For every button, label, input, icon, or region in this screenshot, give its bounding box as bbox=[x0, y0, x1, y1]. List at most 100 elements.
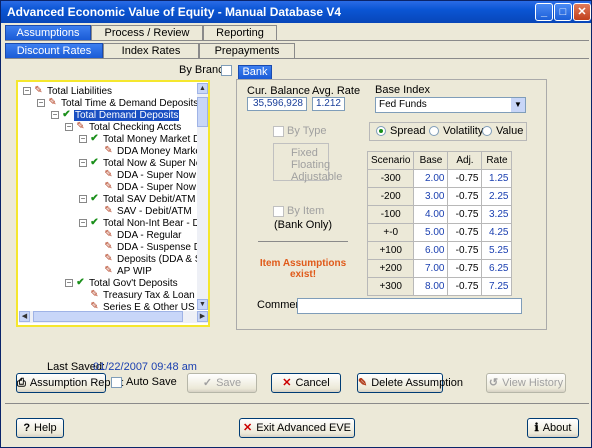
maximize-button[interactable]: □ bbox=[554, 3, 572, 21]
type-fixed[interactable]: Fixed bbox=[291, 147, 318, 159]
tree-node[interactable]: ✎ Series E & Other US Gov bbox=[79, 301, 197, 310]
collapse-icon[interactable]: − bbox=[65, 279, 73, 287]
tree-node-label: AP WIP bbox=[117, 265, 152, 277]
tree-node[interactable]: ✎ DDA - Regular bbox=[93, 229, 182, 241]
scroll-up-icon[interactable]: ▲ bbox=[197, 83, 208, 94]
tree-node[interactable]: − ✔ Total SAV Debit/ATM bbox=[79, 193, 196, 205]
tree-vertical-scrollbar[interactable]: ▲ ▼ bbox=[197, 83, 208, 310]
avg-rate-field[interactable]: 1.212 bbox=[312, 97, 345, 111]
auto-save-checkbox[interactable] bbox=[111, 377, 122, 388]
adj-cell[interactable]: -0.75 bbox=[447, 241, 483, 260]
value-label: Value bbox=[496, 125, 524, 137]
by-item-checkbox[interactable] bbox=[273, 206, 284, 217]
info-icon: ℹ bbox=[534, 422, 539, 434]
tree-node[interactable]: ✎ AP WIP bbox=[93, 265, 153, 277]
help-label: Help bbox=[34, 422, 57, 434]
view-history-button[interactable]: ↺ View History bbox=[486, 373, 566, 393]
printer-icon: ⎙ bbox=[17, 377, 26, 389]
tree-horizontal-scrollbar[interactable]: ◀ ▶ bbox=[19, 311, 208, 323]
collapse-icon[interactable]: − bbox=[65, 123, 73, 131]
tree-node-label: Total Now & Super Now bbox=[103, 157, 197, 169]
adj-cell[interactable]: -0.75 bbox=[447, 187, 483, 206]
tree-node[interactable]: ✎ DDA - Super Now Pe bbox=[93, 169, 197, 181]
comment-input[interactable] bbox=[297, 298, 522, 314]
base-index-label: Base Index bbox=[375, 84, 431, 96]
delete-assumption-button[interactable]: ✎ Delete Assumption bbox=[357, 373, 463, 393]
collapse-icon[interactable]: − bbox=[79, 195, 87, 203]
collapse-icon[interactable]: − bbox=[79, 159, 87, 167]
account-tree[interactable]: − ✎ Total Liabilities − ✎ Total Time & Demand… bbox=[16, 80, 210, 327]
base-cell: 2.00 bbox=[413, 169, 449, 188]
tree-node-label: DDA - Suspense Dr bbox=[117, 241, 197, 253]
tree-node[interactable]: − ✔ Total Gov't Deposits bbox=[65, 277, 179, 289]
tree-node-label: DDA Money Market bbox=[117, 145, 197, 157]
volatility-radio[interactable] bbox=[429, 126, 439, 136]
value-radio[interactable] bbox=[482, 126, 492, 136]
by-branch-checkbox[interactable] bbox=[221, 65, 232, 76]
about-button[interactable]: ℹ About bbox=[527, 418, 579, 438]
tree-node[interactable]: − ✎ Total Liabilities bbox=[23, 85, 113, 97]
cancel-label: Cancel bbox=[295, 377, 330, 389]
table-row: -300 2.00 -0.75 1.25 bbox=[366, 169, 513, 188]
scenario-table: Scenario Base Adj. Rate -300 2.00 -0.75 1.2… bbox=[366, 151, 513, 296]
adj-cell[interactable]: -0.75 bbox=[447, 277, 483, 296]
close-button[interactable]: ✕ bbox=[573, 3, 591, 21]
tree-node[interactable]: ✎ DDA - Suspense Dr bbox=[93, 241, 197, 253]
save-button[interactable]: ✓ Save bbox=[187, 373, 257, 393]
table-row: +300 8.00 -0.75 7.25 bbox=[366, 277, 513, 296]
tree-node[interactable]: ✎ DDA Money Market bbox=[93, 145, 197, 157]
tree-node[interactable]: −✔ Total Now & Super Now bbox=[79, 157, 197, 169]
tree-node[interactable]: ✎ Deposits (DDA & SAV bbox=[93, 253, 197, 265]
adj-cell[interactable]: -0.75 bbox=[447, 205, 483, 224]
by-type-checkbox[interactable] bbox=[273, 126, 284, 137]
adj-cell[interactable]: -0.75 bbox=[447, 169, 483, 188]
tab-prepayments[interactable]: Prepayments bbox=[199, 43, 295, 58]
header-adj: Adj. bbox=[447, 151, 483, 170]
collapse-icon[interactable]: − bbox=[79, 219, 87, 227]
spread-radio[interactable] bbox=[376, 126, 386, 136]
tree-items: − ✎ Total Liabilities − ✎ Total Time & Demand… bbox=[19, 83, 197, 310]
tree-node[interactable]: ✎ Treasury Tax & Loan bbox=[79, 289, 196, 301]
tree-node[interactable]: −✔ Total Money Market DDA bbox=[79, 133, 197, 145]
type-floating[interactable]: Floating bbox=[291, 159, 330, 171]
check-icon: ✔ bbox=[90, 157, 99, 168]
base-cell: 8.00 bbox=[413, 277, 449, 296]
pencil-icon: ✎ bbox=[104, 229, 113, 240]
collapse-icon[interactable]: − bbox=[23, 87, 31, 95]
collapse-icon[interactable]: − bbox=[51, 111, 59, 119]
exit-button[interactable]: ✕ Exit Advanced EVE bbox=[239, 418, 355, 438]
tab-reporting[interactable]: Reporting bbox=[203, 25, 277, 40]
adj-cell[interactable]: -0.75 bbox=[447, 259, 483, 278]
tree-node-label: Total Checking Accts bbox=[89, 121, 182, 133]
tree-node[interactable]: − ✔ Total Demand Deposits bbox=[51, 109, 180, 121]
tree-node[interactable]: ✎ SAV - Debit/ATM bbox=[93, 205, 193, 217]
scroll-down-icon[interactable]: ▼ bbox=[197, 299, 208, 310]
tab-bank[interactable]: Bank bbox=[238, 65, 272, 79]
type-adjustable[interactable]: Adjustable bbox=[291, 171, 342, 183]
scroll-thumb[interactable] bbox=[197, 97, 208, 127]
tree-node[interactable]: − ✎ Total Time & Demand Deposits bbox=[37, 97, 197, 109]
adj-cell[interactable]: -0.75 bbox=[447, 223, 483, 242]
tree-node[interactable]: −✔ Total Non-Int Bear - DDA bbox=[79, 217, 197, 229]
collapse-icon[interactable]: − bbox=[79, 135, 87, 143]
help-button[interactable]: ? Help bbox=[16, 418, 64, 438]
base-index-select[interactable]: Fed Funds ▼ bbox=[375, 97, 526, 113]
scroll-h-thumb[interactable] bbox=[33, 311, 183, 322]
chevron-down-icon[interactable]: ▼ bbox=[511, 98, 525, 112]
tab-discount-rates[interactable]: Discount Rates bbox=[5, 43, 103, 58]
cur-balance-field[interactable]: 35,596,928 bbox=[247, 97, 307, 111]
scroll-left-icon[interactable]: ◀ bbox=[19, 311, 30, 322]
tab-process-review[interactable]: Process / Review bbox=[91, 25, 203, 40]
scenario-cell: +300 bbox=[366, 277, 415, 296]
scroll-right-icon[interactable]: ▶ bbox=[197, 311, 208, 322]
cancel-button[interactable]: ✕ Cancel bbox=[271, 373, 341, 393]
tab-assumptions[interactable]: Assumptions bbox=[5, 25, 91, 40]
pencil-icon: ✎ bbox=[104, 265, 113, 276]
tab-index-rates[interactable]: Index Rates bbox=[103, 43, 199, 58]
assumption-report-button[interactable]: ⎙ Assumption Report bbox=[16, 373, 123, 393]
base-index-value: Fed Funds bbox=[379, 99, 427, 110]
minimize-button[interactable]: _ bbox=[535, 3, 553, 21]
collapse-icon[interactable]: − bbox=[37, 99, 45, 107]
tree-node[interactable]: − ✎ Total Checking Accts bbox=[65, 121, 182, 133]
tree-node[interactable]: ✎ DDA - Super Now Bu bbox=[93, 181, 197, 193]
